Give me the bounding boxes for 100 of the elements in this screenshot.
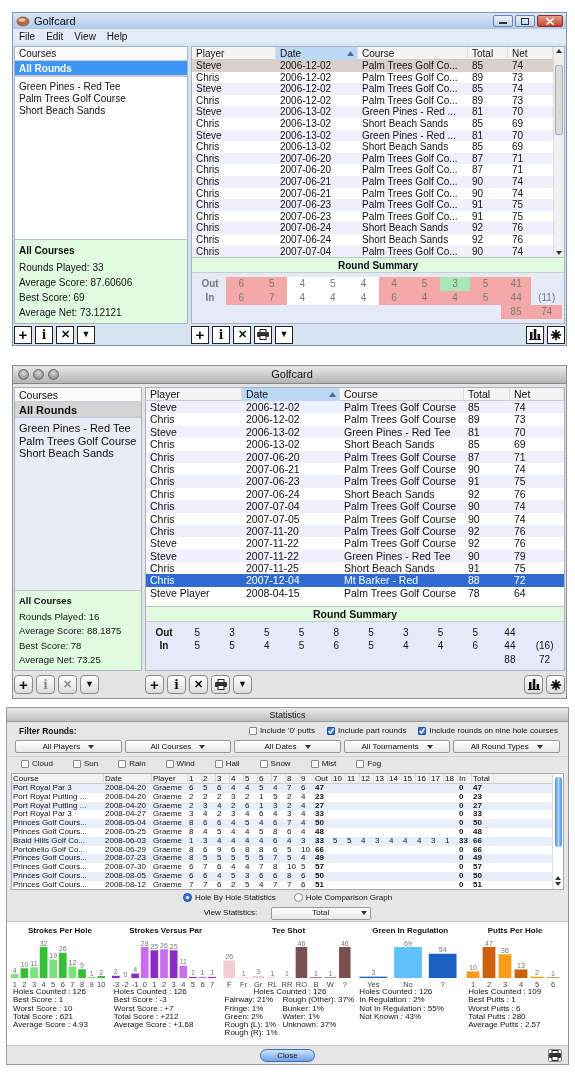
menu-item[interactable]: View xyxy=(74,28,96,44)
dropdown-button[interactable]: ▼ xyxy=(233,675,252,694)
scrollbar-thumb[interactable] xyxy=(554,777,562,847)
table-row[interactable]: Steve 2006-12-02 Palm Trees Golf Co... 85 74 xyxy=(192,83,553,95)
checkbox[interactable] xyxy=(326,727,335,735)
checkbox[interactable] xyxy=(259,760,268,768)
table-row[interactable]: Chris 2007-07-04 Palm Trees Golf Co... 90 74 xyxy=(192,245,553,257)
checkbox[interactable] xyxy=(165,760,174,768)
maximize-button[interactable] xyxy=(515,15,535,27)
dropdown[interactable]: All Tournaments xyxy=(343,740,451,753)
course-list-item[interactable]: Green Pines - Red Tee xyxy=(15,422,141,435)
radio-button[interactable] xyxy=(182,893,192,902)
dropdown[interactable]: All Players xyxy=(15,740,122,753)
table-row[interactable]: Chris 2007-06-23 Palm Trees Golf Co... 91 75 xyxy=(192,210,553,223)
info-button[interactable]: i xyxy=(167,675,186,694)
dropdown[interactable]: All Round Types xyxy=(453,740,560,753)
table-row[interactable]: Chris 2007-11-20 Palm Trees Golf Course 92 76 xyxy=(146,524,564,538)
table-row[interactable]: Chris 2007-06-20 Palm Trees Golf Co... 87 71 xyxy=(192,152,553,165)
checkbox[interactable] xyxy=(356,760,365,768)
settings-button[interactable] xyxy=(547,325,565,344)
checkbox[interactable] xyxy=(21,760,29,768)
minimize-button[interactable] xyxy=(493,15,513,27)
course-list-item[interactable]: All Rounds xyxy=(15,402,141,418)
radio-button[interactable] xyxy=(293,893,303,902)
table-row[interactable]: Braid Hills Golf Co... 2008-06-03 Graeme 1 3 4 4 4 4 6 4 3 33 5 5 4 3 4 4 4 3 1 33 66 xyxy=(12,836,552,846)
course-list-item[interactable]: Palm Trees Golf Course xyxy=(15,93,187,105)
close-button[interactable] xyxy=(537,15,563,27)
table-row[interactable]: Steve 2007-11-22 Palm Trees Golf Course 92 76 xyxy=(146,537,564,550)
table-row[interactable]: Princes Golf Cours... 2008-05-04 Graeme 8 6 6 4 5 4 6 7 4 50 0 50 xyxy=(12,819,552,828)
table-row[interactable]: Chris 2007-11-25 Short Beach Sands 91 75 xyxy=(146,562,564,575)
info-button[interactable]: i xyxy=(212,325,230,344)
table-row[interactable]: Steve 2007-11-22 Green Pines - Red Tee 90 79 xyxy=(146,549,564,563)
table-row[interactable]: Chris 2006-13-02 Short Beach Sands 85 69 xyxy=(146,438,564,451)
course-list-item[interactable]: Short Beach Sands xyxy=(15,105,187,117)
checkbox[interactable] xyxy=(72,760,81,768)
print-button[interactable] xyxy=(548,1049,562,1062)
add-button[interactable]: + xyxy=(14,675,33,694)
column-header[interactable]: Date xyxy=(242,388,340,401)
table-row[interactable]: Princes Golf Cours... 2008-05-25 Graeme 8 4 5 4 4 5 8 6 4 48 0 48 xyxy=(12,828,552,837)
table-row[interactable]: Chris 2006-12-02 Palm Trees Golf Co... 89 73 xyxy=(192,71,553,84)
scrollbar[interactable] xyxy=(552,774,563,889)
table-row[interactable]: Port Royal Putting ... 2008-04-20 Graeme 2 3 4 2 6 1 3 2 4 27 0 27 xyxy=(12,801,552,811)
checkbox[interactable] xyxy=(118,760,127,768)
delete-button[interactable]: ✕ xyxy=(233,325,251,344)
table-row[interactable]: Port Royal Par 3 2008-04-27 Graeme 3 4 2 3 4 6 4 3 4 33 0 33 xyxy=(12,810,552,820)
scrollbar-thumb[interactable] xyxy=(555,65,563,135)
table-row[interactable]: Chris 2007-06-21 Palm Trees Golf Course 90 74 xyxy=(146,462,564,476)
table-row[interactable]: Chris 2006-12-02 Palm Trees Golf Course 89 73 xyxy=(146,413,564,426)
table-row[interactable]: Portobello Golf Co... 2008-06-29 Graeme 8 6 9 6 8 8 6 5 10 66 0 66 xyxy=(12,845,552,855)
table-row[interactable]: Princes Golf Cours... 2008-08-12 Graeme 7 7 6 2 5 4 7 7 6 51 0 51 xyxy=(12,880,552,889)
table-row[interactable]: Steve 2006-13-02 Green Pines - Red ... 81 70 xyxy=(192,129,553,142)
table-row[interactable]: Chris 2007-06-20 Palm Trees Golf Co... 87 71 xyxy=(192,164,553,176)
dropdown-button[interactable]: ▼ xyxy=(80,675,99,694)
table-row[interactable]: Chris 2007-07-05 Palm Trees Golf Course 90 74 xyxy=(146,512,564,525)
delete-button[interactable]: ✕ xyxy=(56,325,74,344)
table-row[interactable]: Chris 2007-06-23 Palm Trees Golf Co... 91 75 xyxy=(192,199,553,211)
table-row[interactable]: Chris 2007-06-23 Palm Trees Golf Course 91 75 xyxy=(146,475,564,488)
table-row[interactable]: Chris 2007-06-24 Short Beach Sands 92 76 xyxy=(192,222,553,234)
table-row[interactable]: Steve 2006-13-02 Green Pines - Red Tee 81 70 xyxy=(146,425,564,439)
course-list-item[interactable]: Short Beach Sands xyxy=(15,447,141,460)
table-row[interactable]: Princes Golf Cours... 2008-08-05 Graeme 6 6 4 5 3 6 6 8 6 50 0 50 xyxy=(12,871,552,881)
table-row[interactable]: Port Royal Par 3 2008-04-20 Graeme 6 5 6 4 4 5 4 7 6 47 0 47 xyxy=(12,784,552,793)
table-row[interactable]: Port Royal Putting ... 2008-04-20 Graeme 2 2 2 3 2 1 5 2 4 23 0 23 xyxy=(12,792,552,802)
menu-item[interactable]: Edit xyxy=(46,28,64,44)
add-button[interactable]: + xyxy=(191,325,209,344)
table-row[interactable]: Chris 2006-13-02 Short Beach Sands 85 69 xyxy=(192,141,553,153)
checkbox[interactable] xyxy=(248,727,257,735)
zoom-button[interactable] xyxy=(48,369,59,380)
add-button[interactable]: + xyxy=(145,675,164,694)
table-row[interactable]: Steve 2006-12-02 Palm Trees Golf Co... 85 74 xyxy=(192,60,553,72)
add-button[interactable]: + xyxy=(14,325,32,344)
close-button[interactable] xyxy=(18,369,29,380)
table-row[interactable]: Chris 2006-13-02 Short Beach Sands 85 69 xyxy=(192,117,553,130)
scrollbar[interactable] xyxy=(553,47,564,257)
table-row[interactable]: Steve Player 2008-04-15 Palm Trees Golf Course 78 64 xyxy=(146,586,564,600)
table-row[interactable]: Steve 2006-13-02 Green Pines - Red ... 81 70 xyxy=(192,106,553,118)
dropdown-button[interactable]: ▼ xyxy=(77,325,95,344)
table-row[interactable]: Chris 2007-07-04 Palm Trees Golf Course 90 74 xyxy=(146,500,564,513)
print-button[interactable] xyxy=(254,325,272,344)
course-list-item[interactable]: Palm Trees Golf Course xyxy=(15,434,141,447)
menu-item[interactable]: Help xyxy=(106,28,128,44)
delete-button[interactable]: ✕ xyxy=(189,675,208,694)
checkbox[interactable] xyxy=(214,760,223,768)
chart-button[interactable] xyxy=(526,325,544,344)
table-row[interactable]: Chris 2007-06-21 Palm Trees Golf Co... 90 74 xyxy=(192,175,553,188)
close-button[interactable]: Close xyxy=(260,1048,315,1062)
table-row[interactable]: Steve 2006-12-02 Palm Trees Golf Course 85 74 xyxy=(146,401,564,414)
dropdown[interactable]: Total xyxy=(271,906,372,920)
table-row[interactable]: Chris 2007-06-24 Short Beach Sands 92 76 xyxy=(146,487,564,501)
settings-button[interactable] xyxy=(546,675,565,694)
info-button[interactable]: i xyxy=(35,325,53,344)
course-list-item[interactable]: Green Pines - Red Tee xyxy=(15,81,187,93)
table-row[interactable]: Chris 2007-06-20 Palm Trees Golf Course 87 71 xyxy=(146,450,564,463)
dropdown[interactable]: All Courses xyxy=(124,740,232,753)
table-row[interactable]: Princes Golf Cours... 2008-07-23 Graeme 8 5 5 5 5 5 7 5 4 49 0 49 xyxy=(12,854,552,864)
column-header[interactable]: Date xyxy=(276,47,358,60)
table-row[interactable]: Princes Golf Cours... 2008-07-30 Graeme 6 7 6 4 4 7 8 10 5 57 0 57 xyxy=(12,863,552,872)
table-row[interactable]: Chris 2007-06-24 Short Beach Sands 92 76 xyxy=(192,233,553,246)
table-row[interactable]: Chris 2006-12-02 Palm Trees Golf Co... 89 73 xyxy=(192,94,553,107)
dropdown[interactable]: All Dates xyxy=(234,740,341,753)
